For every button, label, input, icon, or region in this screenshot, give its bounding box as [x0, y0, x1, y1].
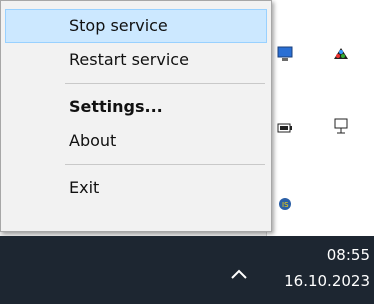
menu-separator: [65, 83, 265, 84]
taskbar-clock[interactable]: 08:55 16.10.2023: [270, 242, 370, 294]
menu-item-exit[interactable]: Exit: [5, 171, 267, 205]
svg-text:IS: IS: [282, 201, 289, 209]
context-menu: Stop service Restart service Settings...…: [0, 0, 272, 232]
monitor-icon[interactable]: [275, 44, 295, 64]
tray-overflow-panel: IS: [266, 0, 374, 236]
menu-item-label: Exit: [69, 178, 100, 197]
menu-item-label: About: [69, 131, 117, 150]
network-icon[interactable]: [331, 116, 351, 136]
menu-item-label: Restart service: [69, 50, 189, 69]
chevron-up-icon[interactable]: [228, 262, 250, 284]
paint-icon[interactable]: [331, 44, 351, 64]
menu-item-stop-service[interactable]: Stop service: [5, 9, 267, 43]
clock-time: 08:55: [326, 246, 370, 264]
menu-item-restart-service[interactable]: Restart service: [5, 43, 267, 77]
menu-separator: [65, 164, 265, 165]
menu-item-label: Stop service: [69, 16, 168, 35]
menu-item-settings[interactable]: Settings...: [5, 90, 267, 124]
clock-date: 16.10.2023: [284, 272, 370, 290]
menu-item-label: Settings...: [69, 97, 163, 116]
tray-app-icon[interactable]: IS: [275, 194, 295, 214]
battery-icon[interactable]: [275, 118, 295, 138]
menu-item-about[interactable]: About: [5, 124, 267, 158]
